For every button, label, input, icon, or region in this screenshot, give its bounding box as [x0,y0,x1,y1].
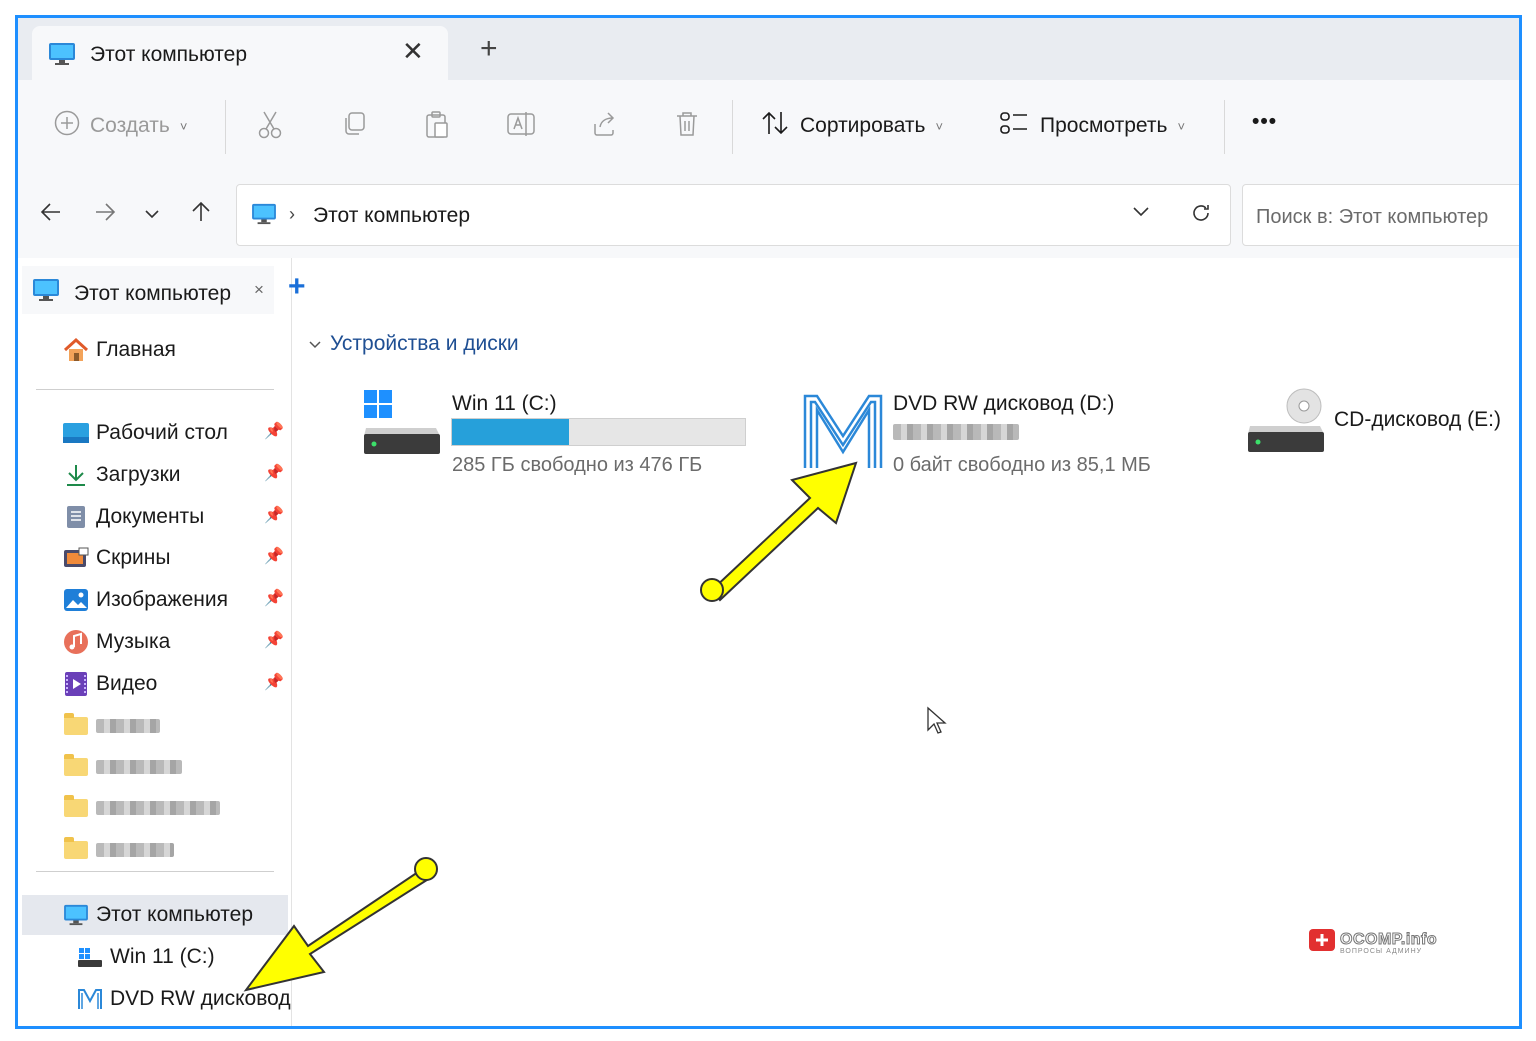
explorer-window: Этот компьютер ✕ + Создать ˅ Сортировать… [15,15,1522,1029]
watermark: OCOMP.info ВОПРОСЫ АДМИНУ [1308,928,1437,959]
watermark-logo-icon [1308,928,1336,959]
annotation-arrow-to-dvd [700,461,858,602]
watermark-tagline: ВОПРОСЫ АДМИНУ [1340,948,1423,955]
annotation-arrow-to-sidebar-dvd [243,857,438,992]
watermark-brand: OCOMP.info [1339,931,1438,948]
annotation-arrows [243,461,858,992]
